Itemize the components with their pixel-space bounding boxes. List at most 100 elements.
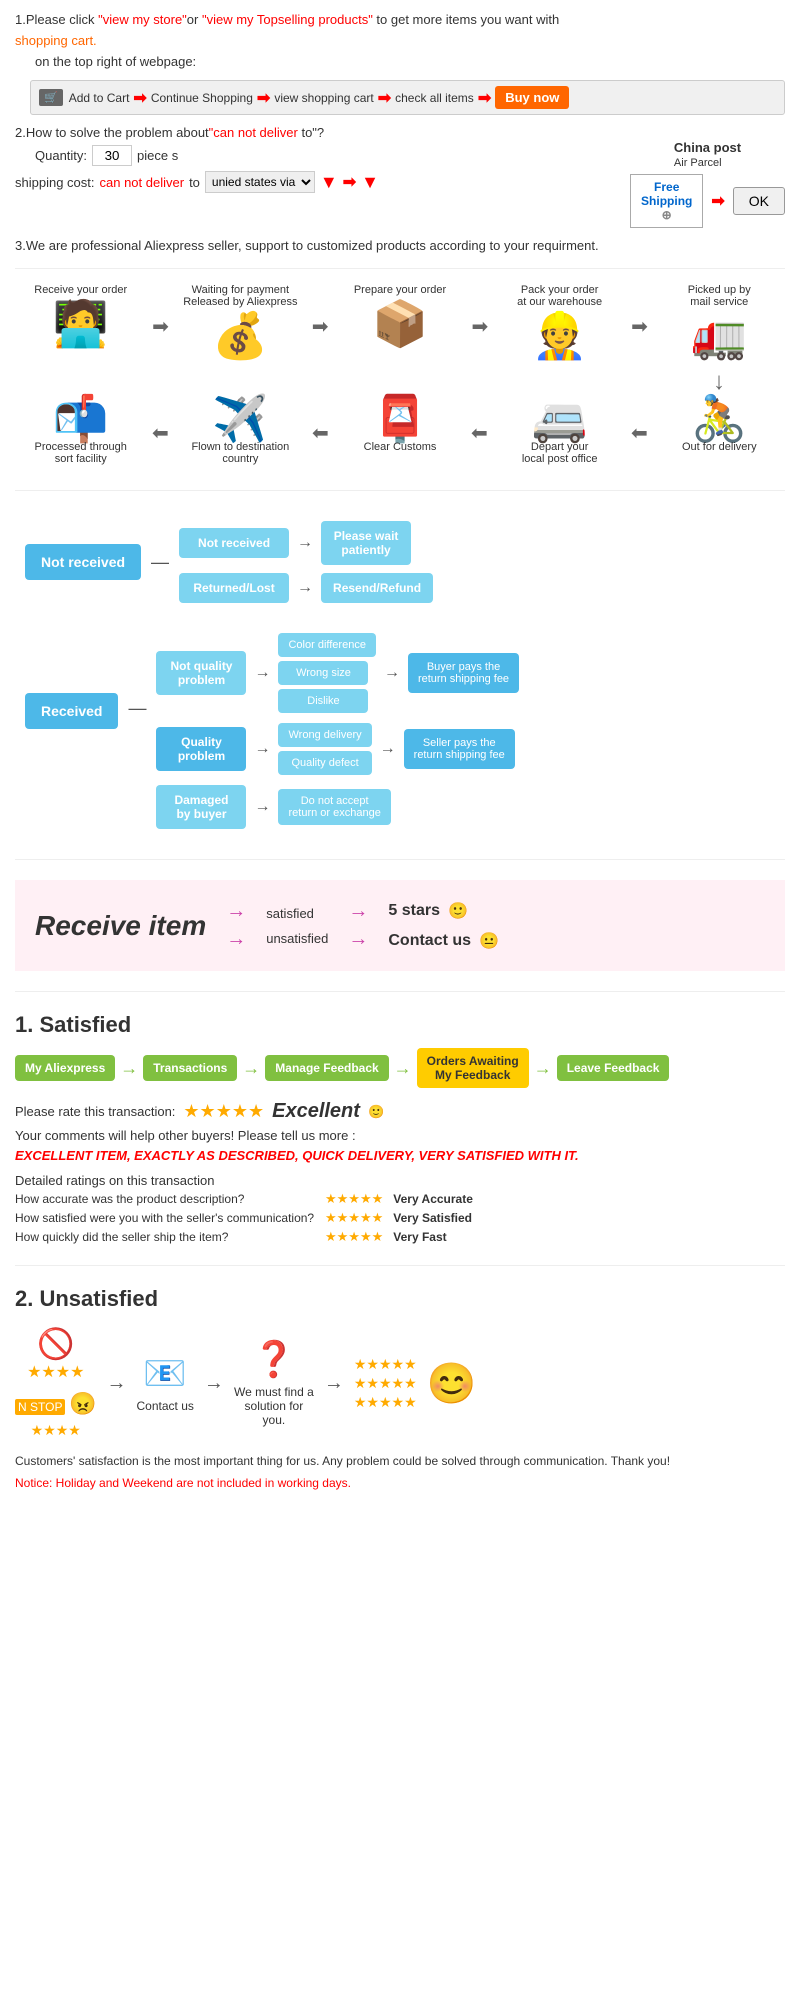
satisfied-title: 1. Satisfied bbox=[15, 1012, 785, 1038]
result-stars-group: ★★★★★ ★★★★★ ★★★★★ bbox=[354, 1356, 417, 1411]
shipping-country-select[interactable]: unied states via bbox=[205, 171, 315, 193]
not-received-main-box: Not received bbox=[25, 544, 141, 580]
fb-step-orders-awaiting[interactable]: Orders AwaitingMy Feedback bbox=[417, 1048, 529, 1088]
step8-label: Clear Customs bbox=[364, 441, 437, 453]
not-received-box: Not received bbox=[179, 528, 289, 558]
section1: 1.Please click "view my store"or "view m… bbox=[15, 10, 785, 115]
proc-arrow3: ➡ bbox=[471, 314, 488, 339]
fc-line-r: — bbox=[128, 698, 146, 719]
step6-label: Out for delivery bbox=[682, 441, 757, 453]
fc-arrow2: → bbox=[297, 579, 313, 597]
unsat-step-solution: ❓ We must find a solution for you. bbox=[234, 1339, 314, 1427]
no-sign-icon: 🚫 bbox=[37, 1327, 74, 1362]
divider1 bbox=[15, 268, 785, 269]
shopping-cart-link[interactable]: shopping cart. bbox=[15, 33, 97, 48]
step10-label: Processed throughsort facility bbox=[35, 441, 127, 465]
cart-icon: 🛒 bbox=[39, 89, 63, 106]
divider2 bbox=[15, 490, 785, 491]
step-continue-shopping[interactable]: Continue Shopping bbox=[151, 91, 253, 105]
fb-step-transactions[interactable]: Transactions bbox=[143, 1055, 237, 1081]
quality-row: Quality problem → Wrong delivery Quality… bbox=[156, 723, 519, 775]
fb-step-my-aliexpress[interactable]: My Aliexpress bbox=[15, 1055, 115, 1081]
arrow-5stars: → bbox=[348, 900, 368, 923]
wait-patiently-box: Please wait patiently bbox=[321, 521, 411, 565]
fc-line-nr: — bbox=[151, 552, 169, 573]
fb-arrow2: → bbox=[242, 1058, 260, 1079]
divider5 bbox=[15, 1265, 785, 1266]
proc-arrow7: ➡ bbox=[312, 421, 329, 446]
fc-arrow3: → bbox=[254, 664, 270, 682]
arrow3: ➡ bbox=[378, 88, 391, 108]
received-block: Received — Not quality problem → Color d… bbox=[25, 633, 775, 829]
angry-face-icon: 😠 bbox=[69, 1391, 96, 1416]
wrong-delivery-box: Wrong delivery bbox=[278, 723, 371, 747]
process-row1: Receive your order 🧑‍💻 ➡ Waiting for pay… bbox=[15, 284, 785, 358]
resend-refund-box: Resend/Refund bbox=[321, 573, 433, 603]
proc-arrow4: ➡ bbox=[631, 314, 648, 339]
fc-arrow4: → bbox=[384, 664, 400, 682]
process-step-1: Receive your order 🧑‍💻 bbox=[21, 284, 141, 346]
buy-now-button[interactable]: Buy now bbox=[495, 86, 569, 109]
five-stars-result: 5 stars 🙂 bbox=[388, 901, 499, 921]
ship-to-text: to bbox=[189, 175, 200, 190]
damaged-row: Damaged by buyer → Do not accept return … bbox=[156, 785, 519, 829]
qty-unit: piece s bbox=[137, 148, 178, 163]
section2-left: Quantity: piece s shipping cost: can not… bbox=[15, 140, 600, 193]
topselling-link[interactable]: "view my Topselling products" bbox=[202, 12, 373, 27]
down-arrow2-icon: ▼ bbox=[361, 172, 379, 193]
unsatisfied-section: 2. Unsatisfied 🚫 ★★★★ N STOP 😠 ★★★★ → 📧 … bbox=[15, 1286, 785, 1490]
arrow-contact: → bbox=[348, 928, 368, 951]
arrow1: ➡ bbox=[133, 88, 146, 108]
cannot-deliver-text: "can not deliver bbox=[209, 125, 298, 140]
section1-or: or bbox=[187, 12, 202, 27]
notice-text: Notice: Holiday and Weekend are not incl… bbox=[15, 1476, 785, 1490]
unsatisfied-flow: 🚫 ★★★★ N STOP 😠 ★★★★ → 📧 Contact us → ❓ … bbox=[15, 1327, 785, 1439]
step2-label: Waiting for paymentReleased by Aliexpres… bbox=[183, 284, 297, 308]
contact-us-label: Contact us bbox=[137, 1399, 194, 1413]
step9-label: Flown to destinationcountry bbox=[191, 441, 289, 465]
quality-defect-box: Quality defect bbox=[278, 751, 371, 775]
fb-step-leave-feedback[interactable]: Leave Feedback bbox=[557, 1055, 670, 1081]
down-arrow-icon: ▼ bbox=[320, 172, 338, 193]
ship-label: shipping cost: bbox=[15, 175, 95, 190]
rating-stars-2: ★★★★★ bbox=[325, 1210, 383, 1226]
process-row2: 🚴 Out for delivery ➡ 🚐 Depart yourlocal … bbox=[15, 396, 785, 470]
process-step-7: 🚐 Depart yourlocal post office bbox=[500, 396, 620, 470]
receive-results-col: 5 stars 🙂 Contact us 😐 bbox=[388, 901, 499, 951]
section2: 2.How to solve the problem about"can not… bbox=[15, 125, 785, 228]
rating-row: Please rate this transaction: ★★★★★ Exce… bbox=[15, 1100, 785, 1123]
shipping-row: shipping cost: can not deliver to unied … bbox=[15, 171, 600, 193]
ok-button[interactable]: OK bbox=[733, 187, 785, 215]
excellent-emoji: 🙂 bbox=[368, 1104, 384, 1120]
satisfied-section: 1. Satisfied My Aliexpress → Transaction… bbox=[15, 1012, 785, 1245]
step2-icon: 💰 bbox=[212, 313, 268, 358]
step-view-cart[interactable]: view shopping cart bbox=[274, 91, 373, 105]
section2-title: 2.How to solve the problem about"can not… bbox=[15, 125, 785, 140]
step-check-all[interactable]: check all items bbox=[395, 91, 474, 105]
not-received-branches: Not received → Please wait patiently Ret… bbox=[179, 521, 433, 603]
arrow2: ➡ bbox=[257, 88, 270, 108]
step4-icon: 👷 bbox=[532, 313, 588, 358]
solution-label: We must find a solution for you. bbox=[234, 1385, 314, 1427]
example-review: EXCELLENT ITEM, EXACTLY AS DESCRIBED, QU… bbox=[15, 1148, 785, 1163]
fb-step-manage-feedback[interactable]: Manage Feedback bbox=[265, 1055, 388, 1081]
returned-lost-box: Returned/Lost bbox=[179, 573, 289, 603]
arrow-satisfied: → bbox=[226, 900, 246, 923]
step9-icon: ✈️ bbox=[212, 396, 268, 441]
process-step-8: 📮 Clear Customs bbox=[340, 396, 460, 458]
step1-icon: 🧑‍💻 bbox=[53, 301, 109, 346]
step-add-to-cart[interactable]: Add to Cart bbox=[69, 91, 130, 105]
air-parcel-label: Air Parcel bbox=[674, 157, 722, 169]
view-store-link[interactable]: "view my store" bbox=[98, 12, 187, 27]
rating-label-1: How accurate was the product description… bbox=[15, 1192, 315, 1206]
result-star-row2: ★★★★★ bbox=[354, 1375, 417, 1392]
not-quality-outcomes: Color difference Wrong size Dislike bbox=[278, 633, 375, 713]
free-shipping-row: FreeShipping⊕ ➡ OK bbox=[630, 174, 785, 228]
step8-icon: 📮 bbox=[372, 396, 428, 441]
quantity-input[interactable] bbox=[92, 145, 132, 166]
not-quality-row: Not quality problem → Color difference W… bbox=[156, 633, 519, 713]
proc-arrow8: ➡ bbox=[152, 421, 169, 446]
five-stars-text: 5 stars bbox=[388, 902, 440, 920]
process-step-5: Picked up bymail service 🚛 bbox=[659, 284, 779, 358]
process-section: Receive your order 🧑‍💻 ➡ Waiting for pay… bbox=[15, 284, 785, 470]
